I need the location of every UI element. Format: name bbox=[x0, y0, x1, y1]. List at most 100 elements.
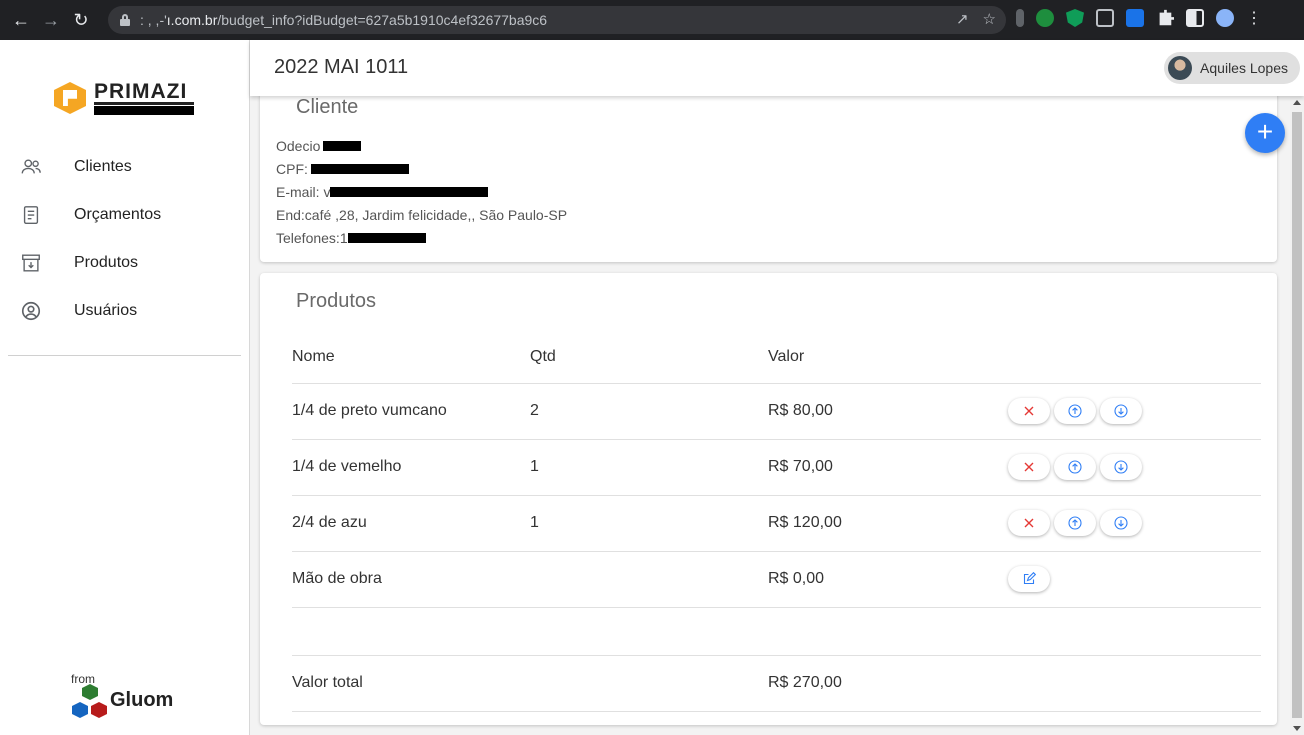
scroll-up-arrow-icon[interactable] bbox=[1293, 100, 1301, 105]
move-up-button[interactable] bbox=[1054, 454, 1096, 480]
sidebar-item-usuarios[interactable]: Usuários bbox=[0, 287, 249, 335]
address-bar[interactable]: : , ,-'ı.com.br/budget_info?idBudget=627… bbox=[108, 6, 1006, 34]
arrow-down-circle-icon bbox=[1114, 460, 1128, 474]
scrollbar-thumb[interactable] bbox=[1292, 112, 1302, 718]
reload-icon[interactable]: ↻ bbox=[66, 10, 96, 31]
client-cpf-label: CPF: bbox=[276, 161, 308, 177]
sidebar-item-label: Produtos bbox=[74, 254, 139, 271]
product-name: 1/4 de vemelho bbox=[292, 439, 530, 496]
move-up-button[interactable] bbox=[1054, 398, 1096, 424]
product-value: R$ 70,00 bbox=[768, 439, 1008, 496]
logo-text: PRIMAZI bbox=[94, 81, 194, 105]
primazi-logo: PRIMAZI bbox=[54, 78, 194, 118]
table-row: 2/4 de azu 1 R$ 120,00 bbox=[292, 495, 1261, 552]
delete-button[interactable] bbox=[1008, 454, 1050, 480]
client-address-line: End:café ,28, Jardim felicidade,, São Pa… bbox=[276, 206, 567, 229]
client-card-title: Cliente bbox=[296, 96, 359, 118]
redaction-bar bbox=[347, 233, 426, 243]
archive-icon bbox=[22, 254, 40, 272]
delete-button[interactable] bbox=[1008, 398, 1050, 424]
client-email-prefix: v bbox=[323, 184, 331, 200]
product-qty: 1 bbox=[530, 439, 768, 496]
user-chip[interactable]: Aquiles Lopes bbox=[1164, 52, 1300, 84]
extension-grid-icon[interactable] bbox=[1096, 9, 1114, 27]
extension-plus-icon[interactable] bbox=[1036, 9, 1054, 27]
page-header: 2022 MAI 1011 Aquiles Lopes bbox=[250, 40, 1304, 96]
close-icon bbox=[1024, 462, 1034, 472]
document-icon bbox=[23, 206, 39, 224]
client-name-line: Odecio bbox=[276, 137, 567, 160]
client-email-label: E-mail: bbox=[276, 184, 320, 200]
arrow-down-circle-icon bbox=[1114, 404, 1128, 418]
delete-button[interactable] bbox=[1008, 510, 1050, 536]
redaction-bar bbox=[330, 187, 489, 197]
products-card: Produtos Nome Qtd Valor 1/4 de preto vum… bbox=[260, 273, 1277, 725]
extension-shield-icon[interactable] bbox=[1066, 9, 1084, 27]
users-icon bbox=[21, 159, 41, 174]
user-circle-icon bbox=[21, 301, 41, 321]
labor-name: Mão de obra bbox=[292, 551, 530, 608]
edit-button[interactable] bbox=[1008, 566, 1050, 592]
gluom-logo-icon bbox=[70, 684, 110, 726]
product-value: R$ 80,00 bbox=[768, 383, 1008, 440]
edit-icon bbox=[1023, 572, 1036, 585]
url-text: : , ,-'ı.com.br/budget_info?idBudget=627… bbox=[140, 12, 547, 28]
sidebar-item-label: Usuários bbox=[74, 302, 138, 319]
client-email-line: E-mail: v bbox=[276, 183, 567, 206]
sidebar-item-orcamentos[interactable]: Orçamentos bbox=[0, 191, 249, 239]
move-down-button[interactable] bbox=[1100, 454, 1142, 480]
client-name-label: Odecio bbox=[276, 138, 321, 154]
column-header-qtd: Qtd bbox=[530, 331, 768, 384]
browser-menu-icon[interactable]: ⋮ bbox=[1246, 8, 1262, 28]
avatar bbox=[1168, 56, 1193, 80]
product-name: 2/4 de azu bbox=[292, 495, 530, 552]
arrow-up-circle-icon bbox=[1068, 404, 1082, 418]
sidebar-item-produtos[interactable]: Produtos bbox=[0, 239, 249, 287]
side-panel-icon[interactable] bbox=[1186, 9, 1204, 27]
products-table: Nome Qtd Valor 1/4 de preto vumcano 2 R$… bbox=[292, 331, 1261, 712]
table-row: 1/4 de vemelho 1 R$ 70,00 bbox=[292, 439, 1261, 496]
close-icon bbox=[1024, 406, 1034, 416]
redaction-bar bbox=[323, 141, 362, 151]
sidebar-menu: Clientes Orçamentos Produtos Usuários bbox=[0, 143, 249, 335]
product-value: R$ 120,00 bbox=[768, 495, 1008, 552]
arrow-up-circle-icon bbox=[1068, 516, 1082, 530]
extensions-puzzle-icon[interactable] bbox=[1159, 9, 1174, 26]
product-qty: 1 bbox=[530, 495, 768, 552]
labor-row: Mão de obra R$ 0,00 bbox=[292, 551, 1261, 608]
move-down-button[interactable] bbox=[1100, 398, 1142, 424]
scrollbar[interactable] bbox=[1290, 96, 1304, 735]
bookmark-star-icon[interactable]: ☆ bbox=[983, 10, 996, 28]
browser-toolbar: ← → ↻ : , ,-'ı.com.br/budget_info?idBudg… bbox=[0, 0, 1304, 40]
sidebar-item-label: Orçamentos bbox=[74, 206, 162, 223]
column-header-actions bbox=[1008, 331, 1261, 384]
total-label: Valor total bbox=[292, 655, 530, 712]
client-cpf-line: CPF: bbox=[276, 160, 567, 183]
back-icon[interactable]: ← bbox=[6, 10, 36, 31]
client-address: End:café ,28, Jardim felicidade,, São Pa… bbox=[276, 207, 568, 223]
client-phone-label: Telefones: bbox=[276, 230, 340, 246]
page-title: 2022 MAI 1011 bbox=[274, 56, 409, 78]
total-row: Valor total R$ 270,00 bbox=[292, 655, 1261, 712]
sidebar: PRIMAZI Clientes Orçamentos Produtos Usu… bbox=[0, 40, 250, 735]
redaction-bar bbox=[310, 164, 409, 174]
sidebar-item-label: Clientes bbox=[74, 158, 132, 175]
add-button[interactable]: + bbox=[1245, 113, 1285, 153]
product-qty: 2 bbox=[530, 383, 768, 440]
move-up-button[interactable] bbox=[1054, 510, 1096, 536]
client-phone-prefix: 1 bbox=[339, 230, 348, 246]
forward-icon[interactable]: → bbox=[36, 10, 66, 31]
column-header-nome: Nome bbox=[292, 331, 530, 384]
products-card-title: Produtos bbox=[296, 290, 377, 312]
extension-fi-icon[interactable] bbox=[1126, 9, 1144, 27]
gluom-brand-text: Gluom bbox=[110, 688, 174, 711]
sidebar-item-clientes[interactable]: Clientes bbox=[0, 143, 249, 191]
move-down-button[interactable] bbox=[1100, 510, 1142, 536]
scroll-down-arrow-icon[interactable] bbox=[1293, 726, 1301, 731]
user-name: Aquiles Lopes bbox=[1200, 60, 1288, 76]
profile-avatar-icon[interactable] bbox=[1216, 9, 1234, 27]
lock-icon bbox=[120, 14, 130, 26]
key-icon[interactable] bbox=[1016, 9, 1024, 27]
arrow-down-circle-icon bbox=[1114, 516, 1128, 530]
share-icon[interactable]: ↗ bbox=[956, 10, 969, 28]
